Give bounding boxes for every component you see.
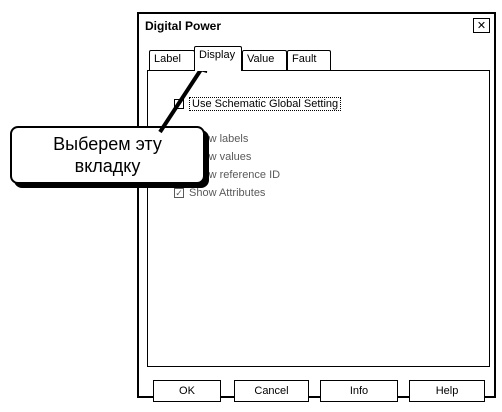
callout-arrow-icon <box>158 58 208 134</box>
tab-display-text: Display <box>199 49 236 61</box>
tab-display[interactable]: Display <box>194 46 242 71</box>
